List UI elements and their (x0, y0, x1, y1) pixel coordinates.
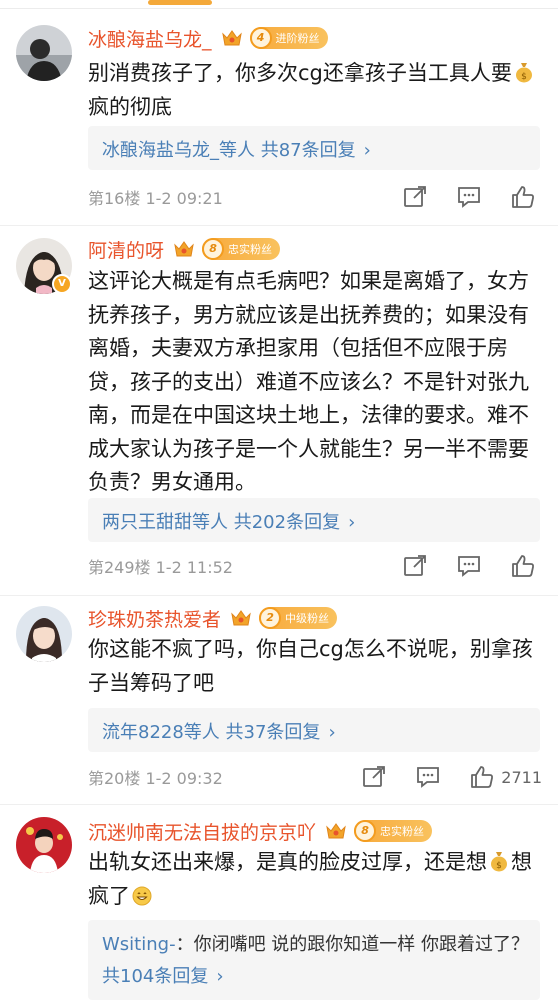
comment-button[interactable] (456, 554, 482, 578)
reply-box[interactable]: 流年8228等人 共37条回复 › (88, 708, 540, 752)
floor-time: 第16楼 1-2 09:21 (88, 189, 223, 208)
fan-level: 8 (202, 238, 225, 260)
avatar[interactable] (16, 25, 72, 81)
share-icon (404, 186, 426, 207)
fan-badge[interactable]: 4 进阶粉丝 (249, 27, 328, 49)
fan-level: 8 (354, 820, 377, 842)
comment-icon (458, 187, 480, 208)
fan-label: 进阶粉丝 (275, 32, 320, 45)
comment-text: 你这能不疯了吗，你自己cg怎么不说呢，别拿孩子当筹码了吧 (88, 637, 533, 695)
reply-summary[interactable]: 流年8228等人 共37条回复 › (102, 718, 336, 744)
fan-badge[interactable]: 2 中级粉丝 (259, 607, 338, 629)
share-icon (363, 766, 386, 787)
comment-header: 珍珠奶茶热爱者 2 中级粉丝 (88, 603, 338, 633)
floor-time: 第249楼 1-2 11:52 (88, 558, 233, 577)
reply-username[interactable]: Wsiting- (102, 934, 176, 955)
chevron-right-icon: › (216, 966, 224, 987)
chevron-right-icon: › (363, 140, 371, 161)
chevron-right-icon: › (328, 722, 336, 743)
thumbs-up-icon (471, 766, 494, 788)
fan-level: 2 (259, 607, 282, 629)
thumbs-up-icon (512, 555, 534, 577)
thumbs-up-icon (512, 186, 534, 208)
money-bag-emoji: $ (489, 849, 509, 872)
comment-meta: 第20楼 1-2 09:32 2711 (88, 762, 542, 792)
comment-text: 出轨女还出来爆，是真的脸皮过厚，还是想 $ 想疯了 (88, 846, 538, 913)
share-button[interactable] (402, 554, 428, 578)
comment-item: 冰酿海盐乌龙_ 4 进阶粉丝 别消费孩子了，你多次cg还拿孩子当工具人要 $ 疯的彻… (0, 0, 558, 225)
fan-badge[interactable]: 8 忠实粉丝 (354, 820, 433, 842)
username[interactable]: 珍珠奶茶热爱者 (88, 605, 221, 632)
crown-icon (172, 237, 196, 261)
money-bag-emoji: $ (514, 60, 534, 83)
avatar[interactable] (16, 817, 72, 873)
divider (0, 804, 558, 805)
fan-label: 忠实粉丝 (380, 825, 425, 838)
fan-badge[interactable]: 8 忠实粉丝 (202, 238, 281, 260)
share-button[interactable] (402, 185, 428, 209)
reply-summary[interactable]: 共104条回复 › (102, 962, 224, 988)
like-button[interactable] (510, 185, 542, 209)
comment-header: 阿清的呀 8 忠实粉丝 (88, 234, 281, 264)
reply-preview[interactable]: Wsiting-：你闭嘴吧 说的跟你知道一样 你跟着过了？ (102, 930, 529, 956)
comment-header: 冰酿海盐乌龙_ 4 进阶粉丝 (88, 23, 328, 53)
comment-meta: 第16楼 1-2 09:21 (88, 182, 542, 212)
svg-text:$: $ (521, 72, 527, 82)
comment-text-part: 别消费孩子了，你多次cg还拿孩子当工具人要 (88, 61, 512, 85)
avatar[interactable] (16, 606, 72, 662)
comment-header: 沉迷帅南无法自拔的京京吖 8 忠实粉丝 (88, 816, 433, 846)
comment-text-part: 疯的彻底 (88, 94, 172, 119)
fan-level: 4 (249, 27, 272, 49)
reply-summary[interactable]: 两只王甜甜等人 共202条回复 › (102, 508, 355, 534)
username[interactable]: 冰酿海盐乌龙_ (88, 25, 212, 52)
like-count: 2711 (501, 767, 542, 787)
like-button[interactable]: 2711 (469, 765, 542, 789)
floor-time: 第20楼 1-2 09:32 (88, 769, 223, 788)
crown-icon (229, 606, 253, 630)
chevron-right-icon: › (348, 512, 356, 533)
share-button[interactable] (361, 765, 387, 789)
comment-icon (417, 767, 440, 788)
reply-summary[interactable]: 冰酿海盐乌龙_等人 共87条回复 › (102, 136, 371, 162)
divider (0, 595, 558, 596)
divider (0, 225, 558, 226)
reply-box[interactable]: 冰酿海盐乌龙_等人 共87条回复 › (88, 126, 540, 170)
actions (374, 185, 542, 209)
comment-meta: 第249楼 1-2 11:52 (88, 551, 542, 581)
share-icon (404, 555, 426, 576)
actions: 2711 (333, 765, 542, 789)
fan-label: 中级粉丝 (285, 612, 330, 625)
svg-text:$: $ (496, 861, 502, 871)
actions (374, 554, 542, 578)
username[interactable]: 阿清的呀 (88, 236, 164, 263)
comment-text: 这评论大概是有点毛病吧？如果是离婚了，女方抚养孩子，男方就应该是出抚养费的；如果… (88, 269, 529, 494)
reply-box[interactable]: 两只王甜甜等人 共202条回复 › (88, 498, 540, 542)
grin-face-emoji (132, 883, 152, 905)
crown-icon (324, 819, 348, 843)
crown-icon (220, 26, 244, 50)
comment-text-part: 出轨女还出来爆，是真的脸皮过厚，还是想 (88, 850, 487, 874)
like-button[interactable] (510, 554, 542, 578)
username[interactable]: 沉迷帅南无法自拔的京京吖 (88, 818, 316, 845)
reply-box[interactable]: Wsiting-：你闭嘴吧 说的跟你知道一样 你跟着过了？ 共104条回复 › (88, 920, 540, 1000)
comment-button[interactable] (456, 185, 482, 209)
verified-badge: V (52, 274, 72, 294)
comment-text: 别消费孩子了，你多次cg还拿孩子当工具人要 $ 疯的彻底 (88, 57, 538, 124)
fan-label: 忠实粉丝 (228, 243, 273, 256)
comment-icon (458, 556, 480, 577)
reply-text: ：你闭嘴吧 说的跟你知道一样 你跟着过了？ (175, 934, 530, 955)
comment-button[interactable] (415, 765, 441, 789)
